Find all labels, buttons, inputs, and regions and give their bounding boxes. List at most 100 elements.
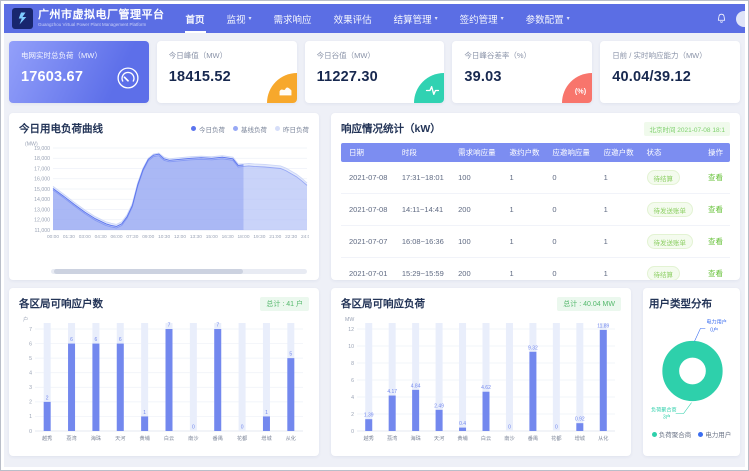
svg-text:番禺: 番禺: [528, 435, 538, 442]
svg-text:番禺: 番禺: [213, 435, 223, 442]
table-cell: 15:29~15:59: [398, 258, 454, 281]
svg-text:0: 0: [29, 429, 32, 435]
table-cell: 200: [454, 258, 505, 281]
status-badge: 待发送账单: [647, 234, 694, 249]
legend-item[interactable]: 基线负荷: [233, 124, 267, 134]
svg-text:11.89: 11.89: [597, 323, 609, 329]
column-header: 日期: [341, 143, 398, 162]
svg-text:04:30: 04:30: [95, 234, 107, 240]
legend-item[interactable]: 今日负荷: [191, 124, 225, 134]
svg-text:花都: 花都: [237, 434, 247, 442]
kpi-card-peak-valley-rate: 今日峰谷差率（%） 39.03 (%): [452, 41, 592, 103]
nav-item-label: 需求响应: [274, 12, 312, 26]
table-cell: 0: [548, 194, 599, 226]
kpi-card-today-peak: 今日峰值（MW） 18415.52: [157, 41, 297, 103]
svg-text:24:00: 24:00: [301, 234, 309, 240]
nav-item-effect-evaluation[interactable]: 效果评估: [323, 4, 383, 33]
svg-text:MW: MW: [345, 317, 354, 323]
view-link[interactable]: 查看: [708, 173, 723, 182]
kpi-label: 今日谷值（MW）: [317, 50, 433, 61]
svg-text:6: 6: [29, 341, 32, 347]
column-header: 需求响应量: [454, 143, 505, 162]
legend-item[interactable]: 电力用户: [698, 429, 731, 439]
view-link[interactable]: 查看: [708, 237, 723, 246]
table-cell: 1: [505, 162, 548, 194]
svg-text:7: 7: [168, 323, 171, 329]
district-load-chart: 024681012MW1.39越秀4.17荔湾4.84海珠2.49天河0.4黄埔…: [341, 313, 621, 464]
nav-item-settlement[interactable]: 结算管理▾: [383, 4, 449, 33]
legend-dot: [191, 126, 196, 131]
response-table: 日期时段需求响应量邀约户数应邀响应量应邀户数状态操作 2021-07-0817:…: [341, 143, 730, 280]
table-cell: 16:08~16:36: [398, 226, 454, 258]
main-content: 电网实时总负荷（MW） 17603.67 今日峰值（MW） 18415.52 今…: [4, 33, 745, 456]
svg-text:6: 6: [70, 337, 73, 343]
user-type-legend: 负荷聚合商电力用户: [649, 429, 734, 439]
table-cell: 1: [600, 258, 643, 281]
nav-item-demand-response[interactable]: 需求响应: [263, 4, 323, 33]
svg-text:荔湾: 荔湾: [387, 434, 397, 442]
legend-item[interactable]: 负荷聚合商: [652, 429, 692, 439]
svg-text:12:00: 12:00: [174, 234, 186, 240]
kpi-value: 11227.30: [317, 69, 433, 85]
table-cell: 0: [548, 226, 599, 258]
chevron-down-icon: ▾: [501, 15, 504, 22]
nav-item-parameters[interactable]: 参数配置▾: [515, 4, 581, 33]
svg-text:0: 0: [555, 425, 558, 431]
legend-dot: [652, 432, 657, 437]
nav-item-monitor[interactable]: 监视▾: [216, 4, 263, 33]
svg-text:10: 10: [348, 344, 354, 350]
kpi-card-response-capacity: 日前 / 实时响应能力（MW） 40.04/39.12: [600, 41, 740, 103]
notification-bell-icon[interactable]: [716, 13, 727, 24]
svg-text:荔湾: 荔湾: [66, 434, 76, 442]
table-cell: 17:31~18:01: [398, 162, 454, 194]
nav-item-label: 首页: [186, 12, 205, 26]
user-type-card: 用户类型分布 负荷聚合商3户电力用户0户 负荷聚合商电力用户: [643, 288, 740, 456]
svg-text:6: 6: [119, 337, 122, 343]
svg-text:4.62: 4.62: [481, 385, 491, 391]
user-avatar[interactable]: [736, 11, 745, 27]
district-users-card: 各区局可响应户数 总计 : 41 户 01234567户2越秀6荔湾6海珠6天河…: [9, 288, 319, 456]
view-link[interactable]: 查看: [708, 269, 723, 278]
svg-text:01:30: 01:30: [63, 234, 75, 240]
svg-text:黄埔: 黄埔: [457, 434, 467, 442]
svg-text:3户: 3户: [663, 412, 671, 420]
svg-text:(MW): (MW): [25, 142, 38, 148]
svg-text:5: 5: [289, 352, 292, 358]
svg-text:1: 1: [265, 410, 268, 416]
svg-text:15:00: 15:00: [206, 234, 218, 240]
legend-dot: [233, 126, 238, 131]
nav-item-home[interactable]: 首页: [175, 4, 216, 33]
kpi-label: 今日峰谷差率（%）: [464, 50, 580, 61]
svg-text:21:00: 21:00: [269, 234, 281, 240]
svg-text:8: 8: [351, 361, 354, 367]
svg-text:(%): (%): [575, 86, 587, 95]
response-stats-card: 响应情况统计（kW） 北京时间 2021-07-08 18:1 日期时段需求响应…: [331, 113, 740, 280]
user-type-chart: 负荷聚合商3户电力用户0户: [649, 311, 734, 429]
column-header: 状态: [643, 143, 704, 162]
view-link[interactable]: 查看: [708, 205, 723, 214]
load-curve-title: 今日用电负荷曲线: [19, 121, 103, 136]
table-row: 2021-07-0115:29~15:59200101待结算查看: [341, 258, 730, 281]
kpi-label: 今日峰值（MW）: [169, 50, 285, 61]
svg-text:花都: 花都: [551, 434, 561, 442]
kpi-card-grid-realtime-load: 电网实时总负荷（MW） 17603.67: [9, 41, 149, 103]
column-header: 邀约户数: [505, 143, 548, 162]
chevron-down-icon: ▾: [435, 15, 438, 22]
chart-zoom-slider[interactable]: [51, 269, 307, 274]
table-cell: 1: [505, 258, 548, 281]
kpi-value: 18415.52: [169, 69, 285, 85]
main-nav: 首页监视▾ 需求响应效果评估结算管理▾签约管理▾参数配置▾: [175, 4, 581, 33]
svg-text:00:00: 00:00: [47, 234, 59, 240]
nav-item-contract[interactable]: 签约管理▾: [449, 4, 515, 33]
chart-zoom-range[interactable]: [54, 269, 243, 274]
table-cell: 1: [600, 194, 643, 226]
svg-text:南沙: 南沙: [188, 434, 198, 442]
svg-text:22:30: 22:30: [285, 234, 297, 240]
legend-dot: [698, 432, 703, 437]
svg-text:0: 0: [351, 429, 354, 435]
district-load-title: 各区局可响应负荷: [341, 296, 425, 311]
table-cell: 2021-07-01: [341, 258, 398, 281]
svg-text:1.39: 1.39: [364, 413, 374, 419]
app-logo: 广州市虚拟电厂管理平台 Guangzhou Virtual Power Plan…: [12, 8, 165, 29]
legend-item[interactable]: 昨日负荷: [275, 124, 309, 134]
